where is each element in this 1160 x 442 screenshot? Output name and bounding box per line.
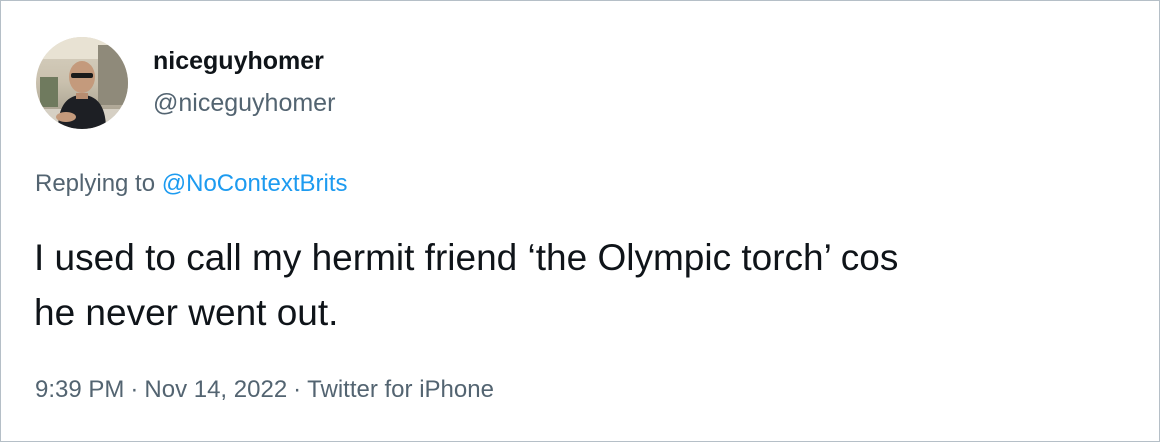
tweet-card: niceguyhomer @niceguyhomer Replying to @… [0,0,1160,442]
tweet-source[interactable]: Twitter for iPhone [307,376,494,403]
meta-separator: · [130,376,139,403]
tweet-meta: 9:39 PM · Nov 14, 2022 · Twitter for iPhone [35,374,494,406]
tweet-date[interactable]: Nov 14, 2022 [144,376,287,403]
replying-to: Replying to @NoContextBrits [35,168,348,200]
author-display-name[interactable]: niceguyhomer [153,45,324,77]
meta-separator: · [293,376,302,403]
replying-to-label: Replying to [35,170,156,197]
reply-mention-link[interactable]: @NoContextBrits [162,170,348,197]
tweet-time[interactable]: 9:39 PM [35,376,124,403]
avatar[interactable] [36,37,128,129]
avatar-photo [36,37,128,129]
tweet-text-line-1: I used to call my hermit friend ‘the Oly… [34,237,899,278]
tweet-text-line-2: he never went out. [34,292,339,333]
tweet-text: I used to call my hermit friend ‘the Oly… [34,230,1134,340]
author-handle[interactable]: @niceguyhomer [153,87,335,119]
